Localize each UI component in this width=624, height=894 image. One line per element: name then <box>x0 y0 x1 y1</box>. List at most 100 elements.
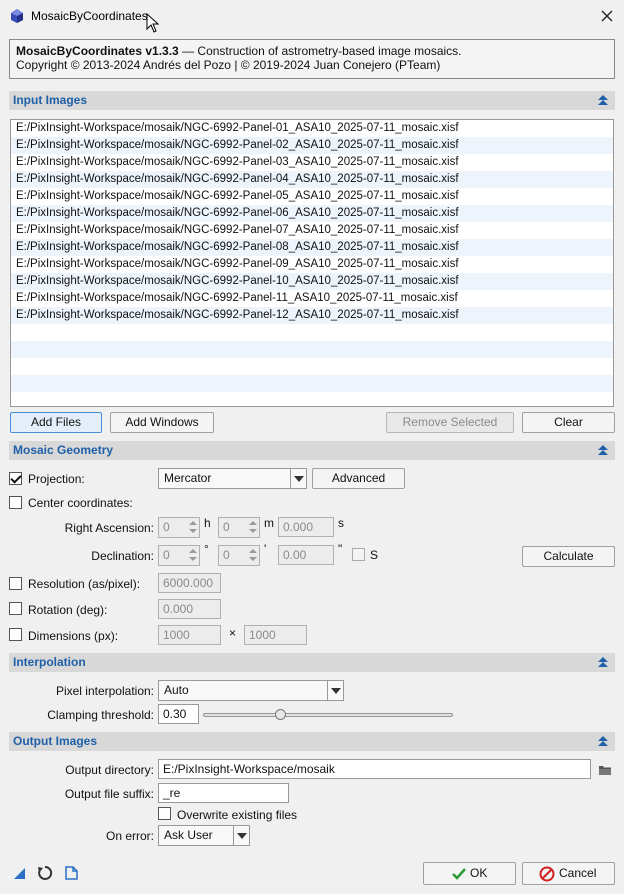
spin-arrows-icon[interactable] <box>187 518 199 537</box>
empty-list-row <box>11 341 613 358</box>
ok-label: OK <box>470 866 488 880</box>
copyright-text: Copyright © 2013-2024 Andrés del Pozo | … <box>16 58 441 72</box>
add-windows-button[interactable]: Add Windows <box>110 412 214 433</box>
cancel-label: Cancel <box>559 866 597 880</box>
south-label: S <box>370 548 379 562</box>
clamping-threshold-slider[interactable] <box>203 713 453 717</box>
close-window-button[interactable] <box>596 6 618 26</box>
center-coordinates-checkbox[interactable] <box>9 496 22 509</box>
dec-arcsec-field[interactable]: 0.00 <box>278 545 334 565</box>
section-title-mosaic-geometry: Mosaic Geometry <box>13 443 114 457</box>
script-info-box: MosaicByCoordinates v1.3.3 — Constructio… <box>9 39 615 79</box>
arcsec-unit: " <box>338 542 343 556</box>
projection-value: Mercator <box>164 471 212 485</box>
list-item[interactable]: E:/PixInsight-Workspace/mosaik/NGC-6992-… <box>11 154 613 171</box>
arcmin-unit: ' <box>264 542 267 556</box>
folder-icon[interactable] <box>598 764 612 776</box>
ra-seconds-field[interactable]: 0.000 <box>278 517 334 537</box>
rotation-field[interactable]: 0.000 <box>158 599 221 619</box>
list-item[interactable]: E:/PixInsight-Workspace/mosaik/NGC-6992-… <box>11 239 613 256</box>
advanced-button[interactable]: Advanced <box>312 468 405 489</box>
list-item[interactable]: E:/PixInsight-Workspace/mosaik/NGC-6992-… <box>11 222 613 239</box>
dec-degrees-value: 0 <box>163 548 170 562</box>
empty-list-row <box>11 375 613 392</box>
south-checkbox[interactable] <box>352 548 365 561</box>
clamping-threshold-field[interactable]: 0.30 <box>158 704 199 724</box>
window-title: MosaicByCoordinates <box>31 9 148 23</box>
list-item[interactable]: E:/PixInsight-Workspace/mosaik/NGC-6992-… <box>11 307 613 324</box>
rotation-checkbox[interactable] <box>9 602 22 615</box>
spin-arrows-icon[interactable] <box>187 546 199 565</box>
dimensions-checkbox[interactable] <box>9 628 22 641</box>
input-images-section-header[interactable]: Input Images <box>9 91 615 110</box>
pixel-interpolation-select[interactable]: Auto <box>158 680 344 701</box>
output-suffix-field[interactable]: _re <box>158 783 289 803</box>
dimensions-label: Dimensions (px): <box>28 629 119 643</box>
list-item[interactable]: E:/PixInsight-Workspace/mosaik/NGC-6992-… <box>11 188 613 205</box>
output-directory-field[interactable]: E:/PixInsight-Workspace/mosaik <box>158 759 591 779</box>
width-field[interactable]: 1000 <box>158 625 221 645</box>
dec-arcmin-spinbox[interactable]: 0 <box>218 545 260 566</box>
pixel-interpolation-value: Auto <box>164 683 189 697</box>
calculate-button[interactable]: Calculate <box>522 546 615 567</box>
output-suffix-label: Output file suffix: <box>64 787 154 801</box>
minutes-unit: m <box>264 516 274 530</box>
ra-hours-value: 0 <box>163 520 170 534</box>
add-files-button[interactable]: Add Files <box>10 412 102 433</box>
collapse-icon[interactable] <box>597 657 609 668</box>
spin-arrows-icon[interactable] <box>247 518 259 537</box>
projection-select[interactable]: Mercator <box>158 468 307 489</box>
documentation-icon[interactable] <box>65 866 78 880</box>
collapse-icon[interactable] <box>597 95 609 106</box>
ra-minutes-spinbox[interactable]: 0 <box>218 517 260 538</box>
empty-list-row <box>11 324 613 341</box>
list-item[interactable]: E:/PixInsight-Workspace/mosaik/NGC-6992-… <box>11 120 613 137</box>
new-instance-icon[interactable] <box>13 867 26 880</box>
times-sign: × <box>229 626 237 640</box>
degrees-unit: ° <box>204 542 209 556</box>
collapse-icon[interactable] <box>597 736 609 747</box>
input-files-list[interactable]: E:/PixInsight-Workspace/mosaik/NGC-6992-… <box>10 119 614 407</box>
script-name: MosaicByCoordinates v1.3.3 <box>16 44 179 58</box>
resolution-field[interactable]: 6000.000 <box>158 573 221 593</box>
seconds-unit: s <box>338 516 344 530</box>
list-item[interactable]: E:/PixInsight-Workspace/mosaik/NGC-6992-… <box>11 273 613 290</box>
slider-handle[interactable] <box>275 709 286 720</box>
spin-arrows-icon[interactable] <box>247 546 259 565</box>
resolution-checkbox[interactable] <box>9 577 22 590</box>
mosaic-geometry-section-header[interactable]: Mosaic Geometry <box>9 441 615 460</box>
checkmark-icon <box>452 868 466 880</box>
reset-icon[interactable] <box>36 864 54 882</box>
clear-button[interactable]: Clear <box>522 412 615 433</box>
right-ascension-label: Right Ascension: <box>64 521 154 535</box>
remove-selected-button[interactable]: Remove Selected <box>386 412 514 433</box>
on-error-label: On error: <box>105 829 154 843</box>
height-field[interactable]: 1000 <box>244 625 307 645</box>
title-bar: MosaicByCoordinates <box>0 0 624 33</box>
projection-label: Projection: <box>28 472 85 486</box>
section-title-interpolation: Interpolation <box>13 655 86 669</box>
script-description: — Construction of astrometry-based image… <box>178 44 462 58</box>
empty-list-row <box>11 358 613 375</box>
projection-checkbox[interactable] <box>9 472 22 485</box>
section-title-input-images: Input Images <box>13 93 88 107</box>
overwrite-checkbox[interactable] <box>158 807 171 820</box>
list-item[interactable]: E:/PixInsight-Workspace/mosaik/NGC-6992-… <box>11 171 613 188</box>
list-item[interactable]: E:/PixInsight-Workspace/mosaik/NGC-6992-… <box>11 205 613 222</box>
list-item[interactable]: E:/PixInsight-Workspace/mosaik/NGC-6992-… <box>11 256 613 273</box>
on-error-select[interactable]: Ask User <box>158 825 250 846</box>
list-item[interactable]: E:/PixInsight-Workspace/mosaik/NGC-6992-… <box>11 137 613 154</box>
cancel-button[interactable]: Cancel <box>522 862 615 885</box>
output-directory-label: Output directory: <box>65 763 154 777</box>
ra-minutes-value: 0 <box>223 520 230 534</box>
output-images-section-header[interactable]: Output Images <box>9 732 615 751</box>
dec-degrees-spinbox[interactable]: 0 <box>158 545 200 566</box>
list-item[interactable]: E:/PixInsight-Workspace/mosaik/NGC-6992-… <box>11 290 613 307</box>
ra-hours-spinbox[interactable]: 0 <box>158 517 200 538</box>
interpolation-section-header[interactable]: Interpolation <box>9 653 615 672</box>
ok-button[interactable]: OK <box>423 862 516 885</box>
collapse-icon[interactable] <box>597 445 609 456</box>
chevron-down-icon <box>327 681 343 700</box>
pixel-interpolation-label: Pixel interpolation: <box>55 684 154 698</box>
mouse-cursor-icon <box>146 13 160 33</box>
